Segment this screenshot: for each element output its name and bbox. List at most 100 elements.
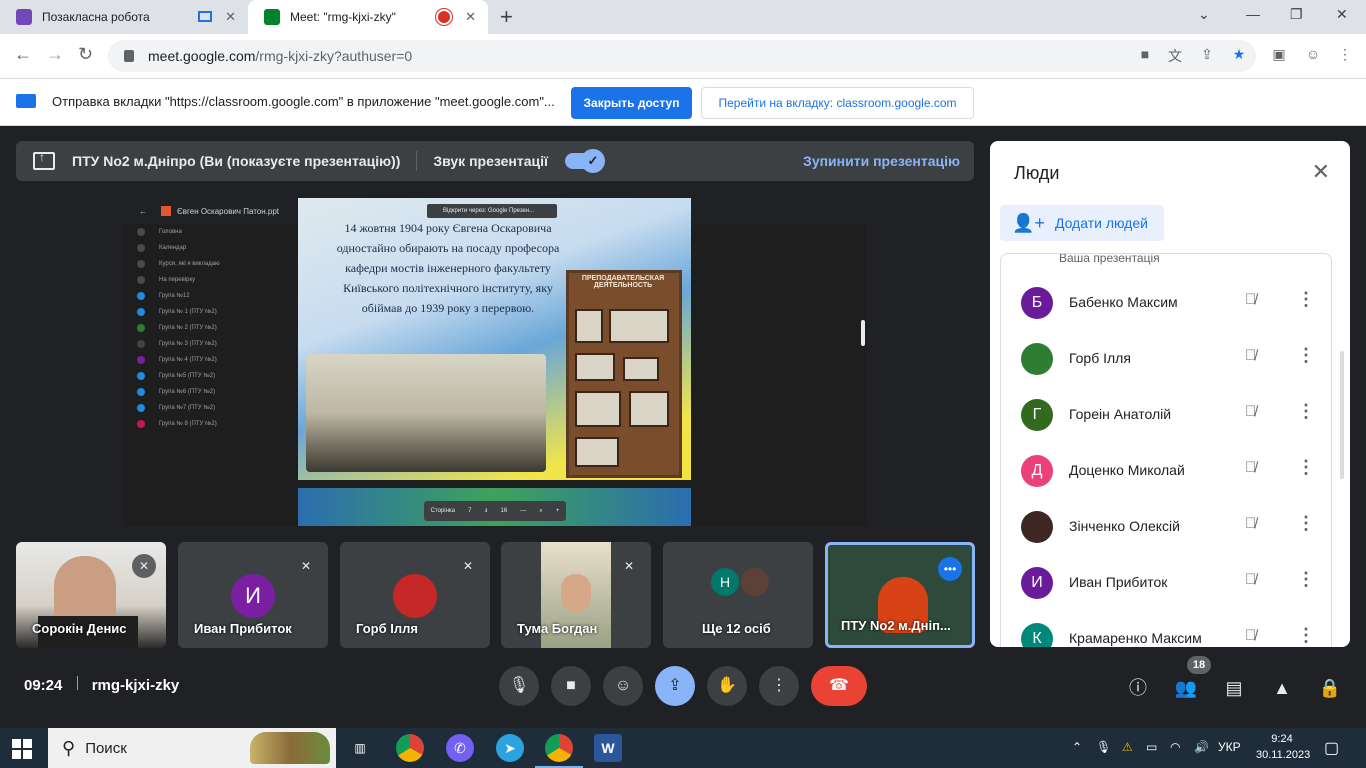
close-panel-icon[interactable]: ✕: [1312, 159, 1330, 185]
participant-name: Бабенко Максим: [1069, 294, 1178, 310]
leave-call-button[interactable]: ☎: [811, 666, 867, 706]
self-tile[interactable]: ••• ПТУ No2 м.Дніп...: [825, 542, 975, 648]
shared-screen: ← Євген Оскарович Патон.ppt Головна Кале…: [123, 198, 867, 526]
tab-meet[interactable]: Meet: "rmg-kjxi-zky" ✕: [248, 0, 488, 34]
clock-time: 9:24: [1271, 733, 1293, 745]
present-now-button[interactable]: ⇪: [655, 666, 695, 706]
profile-icon[interactable]: ☺: [1304, 46, 1322, 64]
switch-tab-button[interactable]: Перейти на вкладку: classroom.google.com: [701, 87, 974, 119]
activities-icon[interactable]: ▲: [1270, 676, 1294, 700]
more-participants-tile[interactable]: Н Ще 12 осіб: [663, 542, 813, 648]
back-icon[interactable]: ←: [14, 44, 32, 65]
zoom-icon[interactable]: ⌕: [539, 508, 542, 515]
chrome-active-icon[interactable]: [535, 734, 583, 768]
participant-name: Иван Прибиток: [1069, 574, 1168, 590]
search-highlight-image: [250, 732, 330, 764]
list-item[interactable]: Б Бабенко Максим 🎙̸ ⋮: [1001, 275, 1331, 331]
microphone-tray-icon[interactable]: 🎙: [1096, 740, 1111, 754]
add-people-button[interactable]: 👤+ Додати людей: [1000, 205, 1164, 241]
more-vert-icon[interactable]: ⋮: [1297, 345, 1315, 366]
people-icon[interactable]: 👥: [1174, 676, 1198, 700]
tab-search-icon[interactable]: ⌄: [1198, 6, 1210, 23]
battery-icon[interactable]: ▭: [1146, 740, 1157, 754]
zoom-out-icon[interactable]: —: [520, 508, 526, 514]
participant-tile[interactable]: ✕ Сорокін Денис: [16, 542, 166, 648]
participant-tile[interactable]: И ✕ Иван Прибиток: [178, 542, 328, 648]
more-vert-icon[interactable]: ⋮: [1297, 289, 1315, 310]
presentation-item: Ваша презентація: [1059, 253, 1160, 265]
volume-icon[interactable]: 🔊: [1194, 740, 1209, 754]
scrollbar[interactable]: [861, 320, 865, 346]
chat-icon[interactable]: ▤: [1222, 676, 1246, 700]
warning-icon[interactable]: ⚠: [1122, 740, 1133, 754]
participant-tile[interactable]: ✕ Тума Богдан: [501, 542, 651, 648]
word-icon[interactable]: W: [594, 734, 622, 762]
input-language[interactable]: УКР: [1218, 740, 1241, 754]
list-item[interactable]: И Иван Прибиток 🎙̸ ⋮: [1001, 555, 1331, 611]
panel-title: Люди: [1014, 163, 1060, 183]
presentation-audio-toggle[interactable]: ✓: [564, 149, 605, 173]
more-vert-icon[interactable]: ⋮: [1297, 625, 1315, 646]
windows-start-icon[interactable]: [12, 739, 32, 759]
zoom-in-icon[interactable]: +: [556, 508, 560, 514]
share-icon[interactable]: ⇪: [1198, 46, 1216, 64]
panel-scrollbar[interactable]: [1340, 351, 1344, 479]
search-icon: ⚲: [62, 737, 76, 758]
meeting-info: 09:24 rmg-kjxi-zky: [24, 676, 179, 694]
close-window-button[interactable]: ✕: [1336, 6, 1348, 23]
side-panel-icon[interactable]: ▣: [1270, 46, 1288, 64]
more-vert-icon[interactable]: ⋮: [1297, 401, 1315, 422]
translate-icon[interactable]: 文: [1166, 46, 1184, 64]
minimize-button[interactable]: —: [1246, 6, 1260, 22]
tab-classroom[interactable]: Позакласна робота ✕: [0, 0, 248, 34]
list-item[interactable]: К Крамаренко Максим 🎙̸ ⋮: [1001, 611, 1331, 647]
reload-icon[interactable]: ↻: [78, 44, 93, 65]
forward-icon[interactable]: →: [46, 44, 64, 65]
list-item[interactable]: Горб Ілля 🎙̸ ⋮: [1001, 331, 1331, 387]
list-item: Курси, які я викладаю: [123, 256, 263, 272]
share-tab-icon: [16, 94, 36, 108]
more-vert-icon[interactable]: ⋮: [1297, 513, 1315, 534]
more-vert-icon[interactable]: ⋮: [1297, 457, 1315, 478]
mic-off-icon: 🎙̸: [1245, 627, 1257, 644]
raise-hand-button[interactable]: ✋: [707, 666, 747, 706]
page-label: Сторінка: [430, 508, 455, 514]
more-options-button[interactable]: ⋮: [759, 666, 799, 706]
emoji-reaction-button[interactable]: ☺: [603, 666, 643, 706]
viber-icon[interactable]: ✆: [446, 734, 474, 762]
list-item: Група № 4 (ПТУ №2): [123, 352, 263, 368]
participant-tile[interactable]: ✕ Горб Ілля: [340, 542, 490, 648]
bookmark-star-icon[interactable]: ★: [1230, 46, 1248, 64]
more-options-icon[interactable]: •••: [938, 557, 962, 581]
camera-button[interactable]: ■: [551, 666, 591, 706]
notifications-icon[interactable]: ▢: [1324, 738, 1339, 758]
stop-presenting-button[interactable]: Зупинити презентацію: [803, 153, 960, 169]
telegram-icon[interactable]: ➤: [496, 734, 524, 762]
participant-name: Крамаренко Максим: [1069, 630, 1202, 646]
list-item[interactable]: Д Доценко Миколай 🎙̸ ⋮: [1001, 443, 1331, 499]
chrome-icon[interactable]: [396, 734, 424, 762]
restore-button[interactable]: ❐: [1290, 6, 1303, 23]
microphone-button[interactable]: 🎙: [499, 666, 539, 706]
address-bar[interactable]: meet.google.com /rmg-kjxi-zky?authuser=0: [108, 40, 1256, 72]
tray-expand-icon[interactable]: ⌃: [1072, 740, 1082, 754]
taskbar-clock[interactable]: 9:24 30.11.2023: [1256, 731, 1310, 763]
close-tab-icon[interactable]: ✕: [465, 9, 476, 25]
open-with-button[interactable]: Відкрити через: Google Презен...: [427, 204, 557, 218]
new-tab-button[interactable]: +: [500, 4, 513, 30]
list-item[interactable]: Зінченко Олексій 🎙̸ ⋮: [1001, 499, 1331, 555]
close-tab-icon[interactable]: ✕: [225, 9, 236, 25]
meeting-details-icon[interactable]: ⓘ: [1126, 676, 1150, 700]
host-controls-icon[interactable]: 🔒: [1318, 676, 1342, 700]
camera-icon[interactable]: ■: [1136, 46, 1154, 64]
menu-icon[interactable]: ⋮: [1336, 46, 1354, 64]
page-current[interactable]: 7: [468, 508, 471, 514]
more-vert-icon[interactable]: ⋮: [1297, 569, 1315, 590]
task-view-icon[interactable]: ▥: [346, 734, 374, 762]
institute-photo: [306, 354, 546, 472]
exhibition-board-photo: ПРЕПОДАВАТЕЛЬСКАЯ ДЕЯТЕЛЬНОСТЬ: [566, 270, 682, 478]
taskbar-search[interactable]: ⚲ Поиск: [48, 728, 336, 768]
wifi-icon[interactable]: ◠: [1170, 740, 1180, 754]
list-item[interactable]: Г Гореін Анатолій 🎙̸ ⋮: [1001, 387, 1331, 443]
stop-sharing-button[interactable]: Закрыть доступ: [571, 87, 692, 119]
